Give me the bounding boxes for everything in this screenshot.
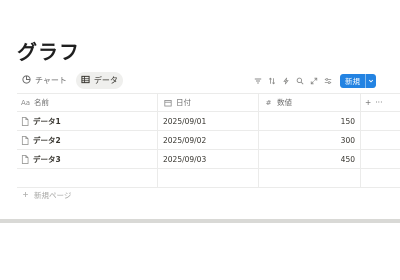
chevron-down-icon[interactable]: [365, 74, 376, 88]
empty-cell: [361, 112, 400, 130]
empty-table-row: [17, 169, 400, 188]
column-header-date[interactable]: 日付: [158, 94, 259, 111]
new-page-button[interactable]: 新規ページ: [22, 190, 71, 201]
name-cell[interactable]: データ2: [17, 131, 158, 149]
empty-cell: [361, 169, 400, 187]
tab-chart-label: チャート: [35, 76, 67, 85]
database-toolbar: 新規: [253, 74, 376, 88]
new-button-label: 新規: [345, 76, 360, 86]
date-cell[interactable]: 2025/09/01: [158, 112, 259, 130]
data-table: Aa 名前 日付 # 数値 + ··· データ1 2025/09/01 150: [17, 93, 400, 188]
lightning-icon[interactable]: [281, 77, 290, 86]
more-options-icon[interactable]: ···: [375, 98, 382, 107]
name-text: データ2: [33, 135, 61, 145]
new-button[interactable]: 新規: [340, 74, 376, 88]
table-row[interactable]: データ2 2025/09/02 300: [17, 131, 400, 150]
column-header-number[interactable]: # 数値: [259, 94, 361, 111]
number-property-icon: #: [265, 98, 272, 107]
tab-data[interactable]: データ: [75, 72, 123, 89]
number-cell[interactable]: 150: [259, 112, 361, 130]
name-cell[interactable]: データ3: [17, 150, 158, 168]
column-header-label: 数値: [277, 98, 292, 107]
name-text: データ3: [33, 154, 61, 164]
page-icon: [21, 116, 29, 126]
page-icon: [21, 135, 29, 145]
view-tabs: チャート データ: [17, 72, 123, 89]
table-icon: [81, 75, 90, 86]
new-page-label: 新規ページ: [34, 191, 72, 200]
table-row[interactable]: データ3 2025/09/03 450: [17, 150, 400, 169]
expand-icon[interactable]: [309, 77, 318, 86]
tab-chart[interactable]: チャート: [17, 72, 72, 89]
page-title: グラフ: [17, 40, 80, 64]
search-icon[interactable]: [295, 77, 304, 86]
chart-icon: [22, 75, 31, 86]
name-text: データ1: [33, 116, 61, 126]
column-header-label: 名前: [34, 98, 49, 107]
empty-cell: [361, 150, 400, 168]
name-cell[interactable]: データ1: [17, 112, 158, 130]
number-cell[interactable]: 450: [259, 150, 361, 168]
plus-icon: [22, 191, 29, 200]
empty-cell: [361, 131, 400, 149]
column-header-label: 日付: [176, 98, 191, 107]
empty-cell: [259, 169, 361, 187]
table-row[interactable]: データ1 2025/09/01 150: [17, 112, 400, 131]
settings-icon[interactable]: [323, 77, 332, 86]
column-header-name[interactable]: Aa 名前: [17, 94, 158, 111]
page-icon: [21, 154, 29, 164]
bottom-divider: [0, 219, 400, 223]
sort-icon[interactable]: [267, 77, 276, 86]
column-header-actions: + ···: [361, 94, 400, 111]
add-column-icon[interactable]: +: [365, 98, 371, 107]
date-cell[interactable]: 2025/09/02: [158, 131, 259, 149]
filter-icon[interactable]: [253, 77, 262, 86]
empty-cell: [17, 169, 158, 187]
table-header: Aa 名前 日付 # 数値 + ···: [17, 93, 400, 112]
calendar-icon: [163, 98, 172, 107]
number-cell[interactable]: 300: [259, 131, 361, 149]
tab-data-label: データ: [93, 76, 118, 85]
empty-cell: [158, 169, 259, 187]
text-property-icon: Aa: [20, 98, 31, 107]
date-cell[interactable]: 2025/09/03: [158, 150, 259, 168]
